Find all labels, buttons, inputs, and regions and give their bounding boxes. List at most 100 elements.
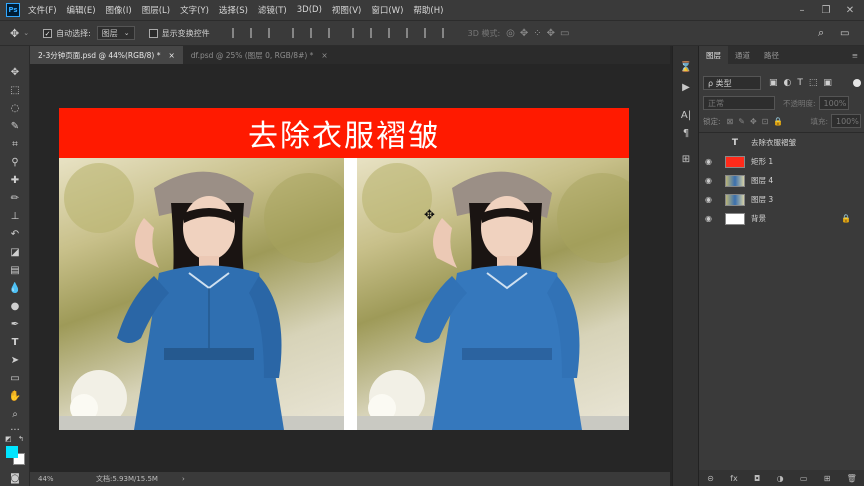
visibility-eye-icon[interactable]: ◉ (705, 195, 715, 204)
layer-row-rectangle[interactable]: ◉ 矩形 1 (699, 152, 864, 171)
distribute-top-icon[interactable] (351, 28, 362, 38)
quick-select-tool-icon[interactable]: ✎ (7, 118, 23, 134)
mask-icon[interactable]: ◘ (754, 474, 760, 483)
path-select-tool-icon[interactable]: ➤ (7, 352, 23, 368)
visibility-eye-icon[interactable]: ◉ (705, 157, 715, 166)
menu-file[interactable]: 文件(F) (28, 4, 57, 16)
restore-icon[interactable]: ❐ (814, 0, 838, 20)
menu-3d[interactable]: 3D(D) (297, 5, 322, 15)
foreground-color-swatch[interactable] (6, 446, 18, 458)
healing-brush-tool-icon[interactable]: ✚ (7, 172, 23, 188)
new-layer-icon[interactable]: ⊞ (824, 474, 831, 483)
menu-view[interactable]: 视图(V) (332, 4, 361, 16)
paragraph-panel-icon[interactable]: ¶ (679, 126, 693, 140)
minimize-icon[interactable]: – (790, 0, 814, 20)
distribute-vcenter-icon[interactable] (369, 28, 380, 38)
menu-layer[interactable]: 图层(L) (142, 4, 170, 16)
checkbox-empty-icon[interactable] (148, 28, 158, 38)
swap-colors-icon[interactable]: ↰ (18, 435, 24, 443)
align-bottom-icon[interactable] (327, 28, 338, 38)
adjustment-icon[interactable]: ◑ (777, 474, 784, 483)
group-icon[interactable]: ▭ (800, 474, 808, 483)
tools-panel: ✥ ⬚ ◌ ✎ ⌗ ⚲ ✚ ✏ ⊥ ↶ ◪ ▤ 💧 ● ✒ T ➤ ▭ ✋ ⌕ … (0, 46, 30, 486)
menu-window[interactable]: 窗口(W) (371, 4, 403, 16)
actions-play-icon[interactable]: ▶ (679, 80, 693, 94)
dodge-tool-icon[interactable]: ● (7, 298, 23, 314)
type-tool-icon[interactable]: T (7, 334, 23, 350)
eraser-tool-icon[interactable]: ◪ (7, 244, 23, 260)
auto-select-checkbox[interactable]: ✓ 自动选择: (43, 28, 91, 39)
opacity-field[interactable]: 100% (818, 96, 849, 110)
move-tool-icon[interactable]: ✥ (7, 64, 23, 80)
align-hcenter-icon[interactable] (249, 28, 260, 38)
fx-icon[interactable]: fx (730, 474, 738, 483)
workspace-icon[interactable]: ▭ (840, 28, 849, 39)
properties-panel-icon[interactable]: ⊞ (679, 152, 693, 166)
move-tool-icon[interactable]: ✥ (10, 27, 19, 40)
show-transform-checkbox[interactable]: 显示变换控件 (148, 28, 210, 39)
distribute-left-icon[interactable] (405, 28, 416, 38)
document-canvas[interactable]: 去除衣服褶皱 (59, 108, 629, 430)
fill-field[interactable]: 100% (831, 114, 861, 128)
menu-filter[interactable]: 滤镜(T) (258, 4, 287, 16)
lock-icons[interactable]: ⊠✎✥⊡🔒 (727, 117, 789, 126)
hand-tool-icon[interactable]: ✋ (7, 388, 23, 404)
distribute-hcenter-icon[interactable] (423, 28, 434, 38)
default-colors-icon[interactable]: ◩ (5, 435, 12, 443)
filter-kind-dropdown[interactable]: ρ 类型 (703, 76, 761, 90)
align-left-icon[interactable] (231, 28, 242, 38)
layer-row-background[interactable]: ◉ 背景 🔒 (699, 209, 864, 228)
search-icon[interactable]: ⌕ (818, 26, 824, 40)
auto-select-dropdown[interactable]: 图层 ⌄ (96, 26, 135, 40)
layer-row-image-4[interactable]: ◉ 图层 4 (699, 171, 864, 190)
gradient-tool-icon[interactable]: ▤ (7, 262, 23, 278)
history-panel-icon[interactable]: ⌛ (679, 60, 693, 74)
menu-image[interactable]: 图像(I) (106, 4, 132, 16)
menu-edit[interactable]: 编辑(E) (67, 4, 96, 16)
history-brush-tool-icon[interactable]: ↶ (7, 226, 23, 242)
character-panel-icon[interactable]: A| (679, 108, 693, 122)
eyedropper-tool-icon[interactable]: ⚲ (7, 154, 23, 170)
menu-help[interactable]: 帮助(H) (413, 4, 443, 16)
visibility-eye-icon[interactable]: ◉ (705, 214, 715, 223)
blur-tool-icon[interactable]: 💧 (7, 280, 23, 296)
brush-tool-icon[interactable]: ✏ (7, 190, 23, 206)
blend-mode-dropdown[interactable]: 正常 (703, 96, 775, 110)
align-vcenter-icon[interactable] (309, 28, 320, 38)
filter-icons[interactable]: ▣◐T⬚▣ (769, 78, 838, 88)
tab-df[interactable]: df.psd @ 25% (图层 0, RGB/8#) * × (183, 46, 336, 64)
close-tab-icon[interactable]: × (168, 51, 174, 60)
rectangle-tool-icon[interactable]: ▭ (7, 370, 23, 386)
zoom-level[interactable]: 44% (38, 475, 78, 483)
pen-tool-icon[interactable]: ✒ (7, 316, 23, 332)
tab-layers[interactable]: 图层 (699, 46, 728, 64)
marquee-tool-icon[interactable]: ⬚ (7, 82, 23, 98)
menu-type[interactable]: 文字(Y) (180, 4, 209, 16)
quick-mask-icon[interactable]: ◙ (7, 470, 23, 486)
tool-preset-chevron-icon[interactable]: ⌄ (23, 29, 29, 37)
3d-tools-icons[interactable]: ◎✥⁘✥▭ (506, 28, 574, 39)
distribute-right-icon[interactable] (441, 28, 452, 38)
trash-icon[interactable]: 🗑 (847, 474, 857, 483)
distribute-bottom-icon[interactable] (387, 28, 398, 38)
tab-paths[interactable]: 路径 (757, 46, 786, 64)
filter-toggle-icon[interactable] (853, 79, 861, 87)
tab-channels[interactable]: 通道 (728, 46, 757, 64)
tab-2-3-page[interactable]: 2-3分钟页面.psd @ 44%(RGB/8) * × (30, 46, 183, 64)
clone-stamp-tool-icon[interactable]: ⊥ (7, 208, 23, 224)
layer-row-text[interactable]: ◉ T 去除衣服褶皱 (699, 133, 864, 152)
crop-tool-icon[interactable]: ⌗ (7, 136, 23, 152)
status-chevron-icon[interactable]: › (182, 475, 185, 483)
link-icon[interactable]: ⊝ (707, 474, 714, 483)
visibility-eye-icon[interactable]: ◉ (705, 176, 715, 185)
menu-select[interactable]: 选择(S) (219, 4, 248, 16)
panel-menu-icon[interactable]: ≡ (852, 46, 858, 64)
align-right-icon[interactable] (267, 28, 278, 38)
checkbox-checked-icon[interactable]: ✓ (43, 28, 53, 38)
zoom-tool-icon[interactable]: ⌕ (7, 406, 23, 422)
align-top-icon[interactable] (291, 28, 302, 38)
layer-row-image-3[interactable]: ◉ 图层 3 (699, 190, 864, 209)
close-tab-icon[interactable]: × (321, 51, 327, 60)
close-window-icon[interactable]: ✕ (838, 0, 862, 20)
lasso-tool-icon[interactable]: ◌ (7, 100, 23, 116)
